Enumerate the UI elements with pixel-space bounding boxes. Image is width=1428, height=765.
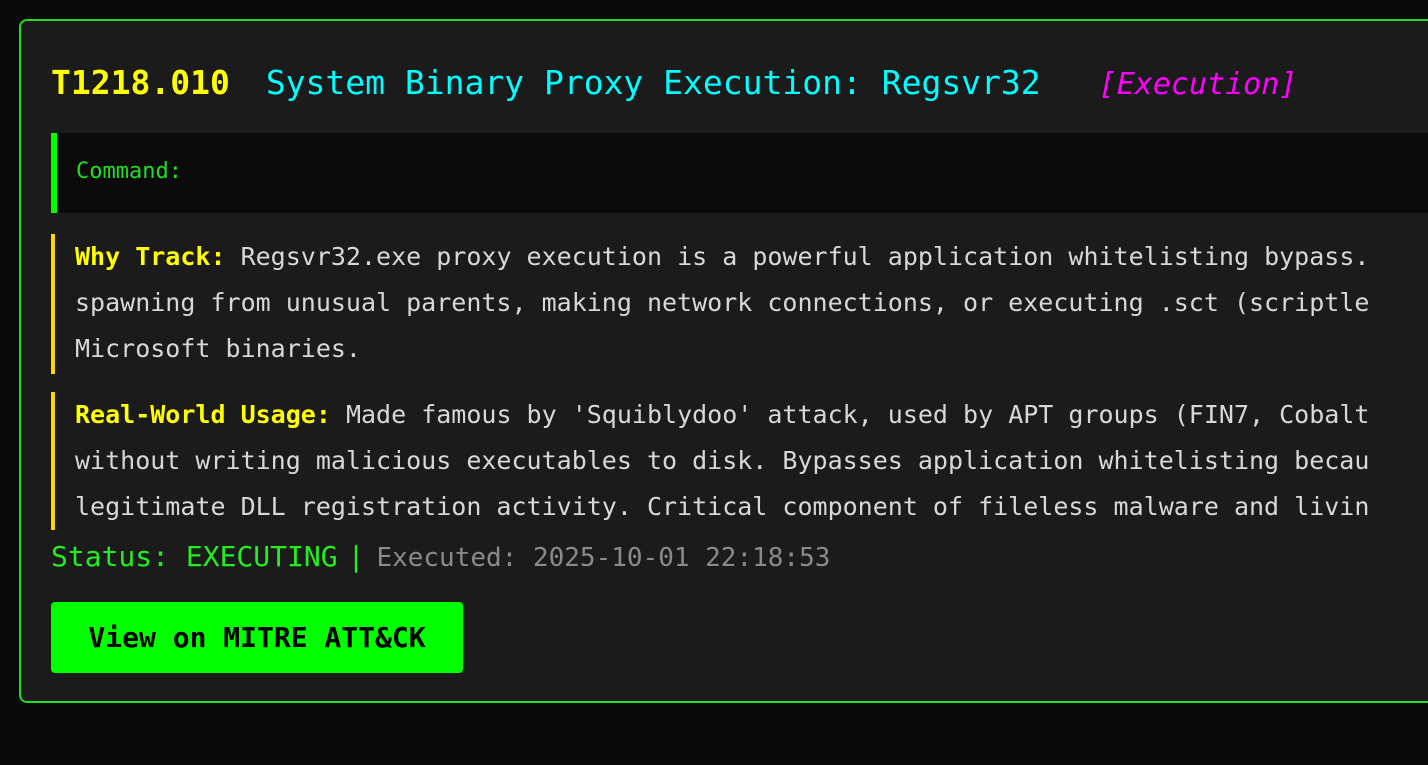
status-separator: | [347, 540, 365, 573]
technique-card: T1218.010 System Binary Proxy Execution:… [19, 19, 1428, 703]
tactic-tag: [Execution] [1098, 67, 1298, 102]
real-world-label: Real-World Usage: [75, 400, 331, 429]
real-world-usage-section: Real-World Usage: Made famous by 'Squibl… [51, 392, 1428, 530]
status-text: Status: EXECUTING [51, 540, 338, 573]
technique-header: T1218.010 System Binary Proxy Execution:… [51, 63, 1297, 102]
command-label: Command: [76, 159, 182, 184]
why-track-line: Microsoft binaries. [75, 334, 361, 363]
real-world-line: without writing malicious executables to… [75, 446, 1370, 475]
executed-timestamp: Executed: 2025-10-01 22:18:53 [376, 543, 831, 573]
view-on-mitre-button[interactable]: View on MITRE ATT&CK [51, 602, 463, 673]
command-box: Command: [51, 133, 1428, 213]
why-track-line: spawning from unusual parents, making ne… [75, 288, 1370, 317]
technique-id: T1218.010 [51, 63, 230, 102]
why-track-section: Why Track: Regsvr32.exe proxy execution … [51, 234, 1428, 374]
real-world-line: Made famous by 'Squiblydoo' attack, used… [345, 400, 1370, 429]
status-row: Status: EXECUTING | Executed: 2025-10-01 2… [51, 540, 830, 573]
why-track-line: Regsvr32.exe proxy execution is a powerf… [240, 242, 1370, 271]
real-world-line: legitimate DLL registration activity. Cr… [75, 492, 1370, 521]
technique-name: System Binary Proxy Execution: Regsvr32 [265, 63, 1041, 102]
why-track-label: Why Track: [75, 242, 226, 271]
